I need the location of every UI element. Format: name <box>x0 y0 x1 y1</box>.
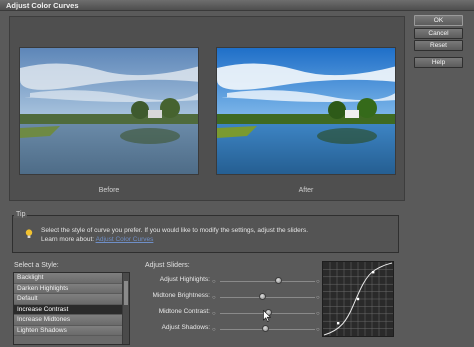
midtone-contrast-label: Midtone Contrast: <box>158 308 210 315</box>
midtone-brightness-slider-row: Midtone Brightness: ○ ○ <box>140 292 320 302</box>
scrollbar-thumb[interactable] <box>124 281 128 305</box>
style-list-scrollbar[interactable] <box>122 273 129 344</box>
cancel-button[interactable]: Cancel <box>414 28 463 39</box>
slider-max-tick: ○ <box>316 295 320 301</box>
tip-message: Select the style of curve you prefer. If… <box>41 227 308 234</box>
slider-min-tick: ○ <box>212 327 216 333</box>
slider-max-tick: ○ <box>316 279 320 285</box>
style-item-increase-contrast[interactable]: Increase Contrast <box>14 304 123 315</box>
adjust-shadows-label: Adjust Shadows: <box>161 324 210 331</box>
reset-button[interactable]: Reset <box>414 40 463 51</box>
style-item-backlight[interactable]: Backlight <box>14 273 123 284</box>
midtone-contrast-slider-row: Midtone Contrast: ○ ○ <box>140 308 320 318</box>
adjust-highlights-slider-row: Adjust Highlights: ○ ○ <box>140 276 320 286</box>
before-preview-image <box>19 47 199 175</box>
style-list[interactable]: Backlight Darken Highlights Default Incr… <box>13 272 130 345</box>
style-item-default[interactable]: Default <box>14 294 123 305</box>
style-item-darken-highlights[interactable]: Darken Highlights <box>14 283 123 294</box>
ok-button[interactable]: OK <box>414 15 463 26</box>
after-preview-image <box>216 47 396 175</box>
slider-max-tick: ○ <box>316 311 320 317</box>
title-bar: Adjust Color Curves <box>0 0 474 11</box>
adjust-shadows-slider[interactable] <box>261 325 269 332</box>
after-label: After <box>298 187 314 194</box>
window-title: Adjust Color Curves <box>6 1 79 10</box>
tip-panel: Select the style of curve you prefer. If… <box>12 215 399 253</box>
adjust-highlights-label: Adjust Highlights: <box>159 276 210 283</box>
curve-graph-svg <box>323 262 393 336</box>
tip-group-label: Tip <box>14 211 28 218</box>
midtone-brightness-slider[interactable] <box>258 293 266 300</box>
lightbulb-icon <box>25 229 33 238</box>
slider-min-tick: ○ <box>212 295 216 301</box>
curve-graph <box>322 261 394 337</box>
slider-max-tick: ○ <box>316 327 320 333</box>
preview-panel: Before After <box>9 16 405 201</box>
adjust-shadows-slider-row: Adjust Shadows: ○ ○ <box>140 324 320 334</box>
before-label: Before <box>98 187 120 194</box>
style-item-lighten-shadows[interactable]: Lighten Shadows <box>14 325 123 336</box>
select-style-label: Select a Style: <box>14 262 59 269</box>
adjust-sliders-label: Adjust Sliders: <box>145 262 190 269</box>
mouse-pointer-icon <box>263 310 271 322</box>
adjust-highlights-slider[interactable] <box>274 277 282 284</box>
adjust-highlights-track[interactable] <box>220 281 315 282</box>
help-button[interactable]: Help <box>414 57 463 68</box>
tip-text: Select the style of curve you prefer. If… <box>41 226 371 244</box>
midtone-brightness-label: Midtone Brightness: <box>152 292 210 299</box>
style-item-increase-midtones[interactable]: Increase Midtones <box>14 315 123 326</box>
learn-more-prefix: Learn more about: <box>41 236 95 243</box>
learn-more-link[interactable]: Adjust Color Curves <box>96 236 154 243</box>
midtone-brightness-track[interactable] <box>220 297 315 298</box>
slider-min-tick: ○ <box>212 279 216 285</box>
slider-min-tick: ○ <box>212 311 216 317</box>
